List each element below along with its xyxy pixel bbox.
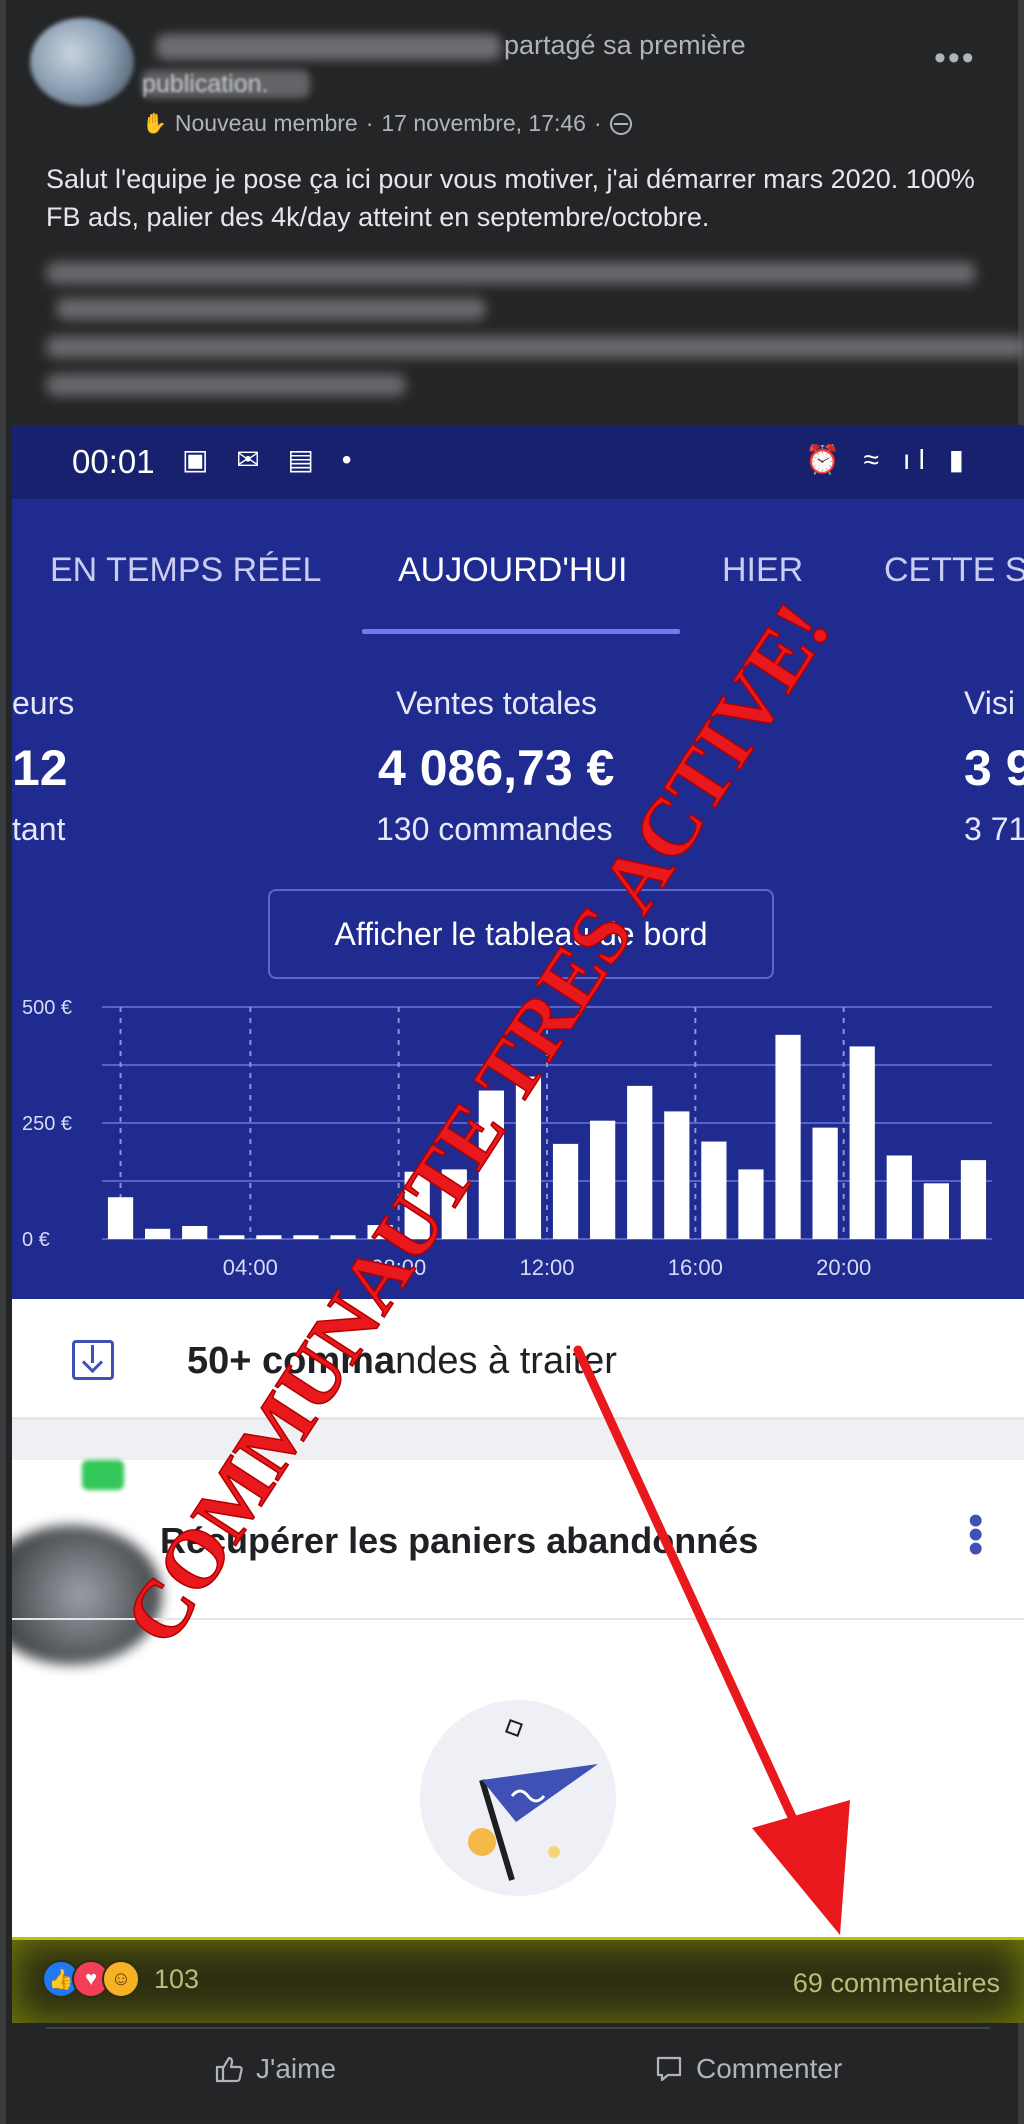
section-gap [12,1420,1024,1460]
metric-sales-label: Ventes totales [396,685,598,721]
globe-icon [609,112,632,135]
x-tick-label: 12:00 [519,1255,574,1280]
orders-to-process-row[interactable]: 50+ commandes à traiter [12,1300,1024,1420]
card-divider [12,1618,1024,1620]
orders-to-process-label: 50+ commandes à traiter [187,1340,617,1383]
chart-bar-1000 [478,1090,504,1239]
chart-bar-0400 [256,1235,282,1239]
chart-bar-2300 [960,1160,987,1239]
orders-count: 50+ comma [187,1340,396,1382]
abandoned-carts-title: Récupérer les paniers abandonnés [160,1520,759,1561]
metric-left-value: 12 [12,740,68,796]
sales-dashboard: EN TEMPS RÉEL AUJOURD'HUI HIER CETTE S e… [12,499,1024,1299]
comment-icon [656,2056,682,2082]
tab-today[interactable]: AUJOURD'HUI [398,551,627,590]
thumbs-up-icon [215,2056,243,2083]
chart-bar-0600 [330,1235,356,1239]
x-tick-label: 04:00 [223,1255,278,1280]
meta-separator: · [365,110,374,136]
phone-status-bar: 00:01 ▣ ✉ ▤ • ⏰ ≈ ıl ▮ [12,425,1024,499]
chart-bar-1800 [775,1034,801,1239]
post-meta: ✋ Nouveau membre · 17 novembre, 17:46 · [142,110,632,137]
blurred-thumbnail [12,1525,162,1665]
x-tick-label: 08:00 [371,1255,426,1280]
pennant-flag-icon [468,1719,598,1881]
post-header-text: partagé sa première [504,30,746,60]
post-actions: J'aime Commenter [46,2027,990,2113]
tab-yesterday[interactable]: HIER [722,551,803,590]
status-time: 00:01 [72,443,155,480]
chart-bar-2000 [849,1046,875,1239]
chart-bar-1900 [812,1127,838,1239]
metric-left-sub: tant [12,811,66,847]
chart-bar-0300 [219,1235,245,1239]
member-badge[interactable]: Nouveau membre [175,110,358,137]
haha-icon: ☺ [102,1960,140,1998]
reaction-count[interactable]: 103 [154,1964,199,1995]
tab-realtime[interactable]: EN TEMPS RÉEL [50,551,321,590]
chart-bar-1700 [738,1169,764,1239]
kebab-menu-icon[interactable]: • • • [968,1499,983,1571]
chart-bar-1100 [515,1076,542,1239]
y-tick-label: 0 € [22,1229,50,1251]
hourly-sales-chart: 0 € 250 € 500 € 04:00 08:00 12:00 16:00 20:00 [22,997,992,1280]
tab-this-week[interactable]: CETTE S [884,551,1024,590]
chart-bar-0500 [293,1235,319,1239]
comments-count[interactable]: 69 commentaires [793,1968,1000,1999]
like-button[interactable]: J'aime [214,2053,336,2085]
metric-sales-value: 4 086,73 € [378,740,615,796]
chart-bar-0900 [441,1169,467,1239]
chart-bar-1500 [664,1111,690,1239]
ellipsis-icon[interactable]: ••• [934,41,976,75]
post-body-text: Salut l'equipe je pose ça ici pour vous … [46,164,975,232]
post-timestamp[interactable]: 17 novembre, 17:46 [381,110,586,137]
chart-bar-2200 [923,1183,949,1239]
notification-icons: ▣ ✉ ▤ • [182,444,362,475]
post-header-line2: publication. [142,70,269,98]
like-label: J'aime [256,2053,337,2084]
system-icons: ⏰ ≈ ıl ▮ [805,444,972,475]
metric-left-label: eurs [12,685,75,721]
active-tab-indicator [362,629,680,634]
chart-bar-1400 [627,1085,653,1239]
chart-bar-1200 [552,1143,579,1239]
chart-bar-0100 [145,1228,171,1239]
blurred-author-name [156,34,501,60]
x-tick-label: 20:00 [816,1255,871,1280]
reaction-icons[interactable]: 👍 ♥ ☺ 103 [42,1960,199,1998]
chart-bar-0800 [404,1171,430,1239]
y-tick-label: 500 € [22,997,72,1019]
facebook-post: partagé sa première publication. ✋ Nouve… [0,0,1024,2124]
chart-bar-2100 [886,1155,912,1239]
x-tick-label: 16:00 [668,1255,723,1280]
chart-bar-0200 [182,1226,208,1239]
comment-label: Commenter [696,2053,843,2084]
reaction-summary-bar: 👍 ♥ ☺ 103 69 commentaires [12,1937,1024,2023]
meta-separator: · [593,110,602,136]
metric-right-sub: 3 71 [964,811,1024,847]
new-member-icon: ✋ [142,113,167,135]
abandoned-carts-card[interactable]: Récupérer les paniers abandonnés • • • [12,1460,1024,1937]
comment-button[interactable]: Commenter [654,2053,842,2085]
blurred-text-line [46,336,1024,358]
metric-right-label: Visi [964,685,1015,721]
post-image[interactable]: 00:01 ▣ ✉ ▤ • ⏰ ≈ ıl ▮ EN TEMPS RÉEL AUJ… [12,425,1024,1937]
chart-bar-0000 [107,1197,134,1239]
y-tick-label: 250 € [22,1113,72,1135]
chart-bar-0700 [367,1225,393,1239]
metric-sales-orders: 130 commandes [376,811,613,847]
blurred-text-line [46,374,406,396]
author-avatar[interactable] [30,18,134,106]
show-dashboard-button[interactable]: Afficher le tableau de bord [268,889,774,979]
orders-rest: ndes à traiter [395,1340,617,1382]
flag-illustration [420,1700,616,1896]
blurred-text-line [46,262,976,284]
chart-bar-1300 [590,1120,616,1239]
blurred-green-shape [82,1460,124,1490]
blurred-text-line [56,298,486,320]
chart-bar-1600 [701,1141,727,1239]
inbox-download-icon [72,1340,114,1380]
metric-right-value: 3 9 [964,740,1024,796]
